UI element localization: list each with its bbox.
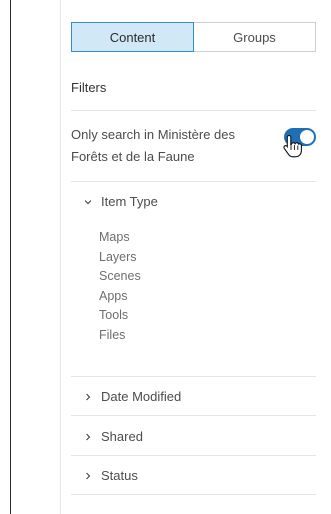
filters-heading: Filters — [71, 80, 107, 95]
hand-cursor-icon — [283, 134, 302, 158]
status-group-header[interactable]: Status — [83, 468, 138, 483]
item-type-group-header[interactable]: Item Type — [83, 194, 158, 209]
shared-group-header[interactable]: Shared — [83, 429, 143, 444]
chevron-right-icon — [86, 393, 91, 400]
tab-groups[interactable]: Groups — [194, 23, 315, 51]
divider — [71, 455, 316, 456]
chevron-right-icon — [86, 472, 91, 479]
item-type-option-tools[interactable]: Tools — [99, 306, 141, 326]
divider — [71, 181, 316, 182]
divider — [71, 376, 316, 377]
chevron-down-icon — [84, 199, 92, 204]
divider — [71, 110, 316, 111]
shared-group-label: Shared — [101, 429, 143, 444]
tab-content[interactable]: Content — [71, 22, 194, 52]
item-type-option-apps[interactable]: Apps — [99, 287, 141, 307]
date-modified-group-label: Date Modified — [101, 389, 182, 404]
divider — [71, 415, 316, 416]
item-type-group-label: Item Type — [101, 194, 158, 209]
org-search-toggle-label: Only search in Ministère des Forêts et d… — [71, 127, 236, 164]
toggle-knob — [300, 130, 314, 144]
item-type-list: Maps Layers Scenes Apps Tools Files — [99, 228, 141, 345]
item-type-option-scenes[interactable]: Scenes — [99, 267, 141, 287]
status-group-label: Status — [101, 468, 138, 483]
window-frame: Content Groups Filters Only search in Mi… — [10, 0, 319, 514]
filter-panel: Content Groups Filters Only search in Mi… — [60, 0, 319, 514]
chevron-right-icon — [86, 433, 91, 440]
item-type-option-layers[interactable]: Layers — [99, 248, 141, 268]
content-groups-segmented-control: Content Groups — [71, 22, 316, 52]
item-type-option-maps[interactable]: Maps — [99, 228, 141, 248]
date-modified-group-header[interactable]: Date Modified — [83, 389, 181, 404]
divider — [71, 494, 316, 495]
item-type-option-files[interactable]: Files — [99, 326, 141, 346]
org-search-toggle-row: Only search in Ministère des Forêts et d… — [71, 124, 316, 170]
